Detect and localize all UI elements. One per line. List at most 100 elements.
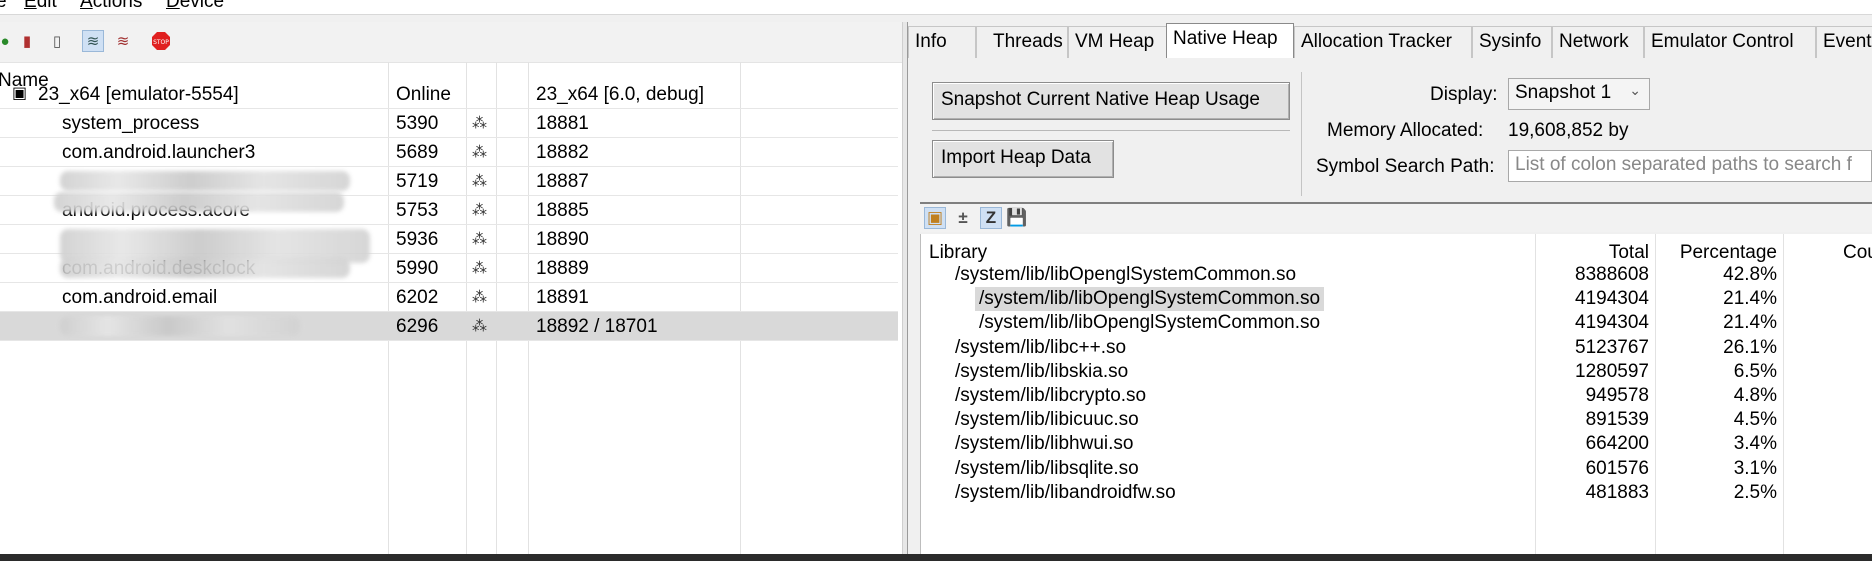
library-row[interactable]: /system/lib/libc++.so 5123767 26.1%	[921, 336, 1872, 360]
library-toolbar: ▣ ± Z 💾	[920, 202, 1872, 232]
library-row[interactable]: /system/lib/libskia.so 1280597 6.5%	[921, 360, 1872, 384]
group-by-library-icon[interactable]: ▣	[924, 207, 946, 229]
process-pid: 5936	[396, 229, 439, 250]
library-row[interactable]: /system/lib/libOpenglSystemCommon.so 4194…	[921, 287, 1872, 312]
column-header-percentage[interactable]: Percentage	[1655, 242, 1777, 264]
menu-bar: e Edit Actions Device	[0, 0, 1872, 15]
library-percentage: 26.1%	[1723, 336, 1777, 358]
process-pid: 5990	[396, 258, 439, 279]
library-name: /system/lib/libsqlite.so	[955, 457, 1139, 479]
debug-process-icon[interactable]: ●	[0, 30, 16, 52]
process-row[interactable]: com.android.deskclock5990⁂18889	[0, 254, 898, 283]
process-pid: 5689	[396, 142, 439, 163]
tab-event-log[interactable]: Event	[1816, 26, 1872, 58]
tab-threads[interactable]: Threads	[976, 26, 1068, 58]
device-icon: ▣	[12, 85, 28, 102]
devices-table: Name ▣ 23_x64 [emulator-5554] Online 23_x64…	[0, 62, 902, 554]
library-total: 481883	[1585, 481, 1649, 503]
diff-snapshots-icon[interactable]: ±	[952, 207, 974, 229]
menu-file[interactable]: e	[0, 0, 7, 13]
tab-sysinfo[interactable]: Sysinfo	[1472, 26, 1552, 58]
library-percentage: 4.5%	[1733, 409, 1777, 431]
process-ports: 18890	[536, 229, 589, 250]
library-name: /system/lib/libandroidfw.so	[955, 481, 1176, 503]
process-name: system_process	[62, 113, 200, 134]
debug-bug-icon: ⁂	[472, 260, 487, 277]
memory-allocated-value: 19,608,852 by	[1508, 120, 1629, 141]
redacted-text	[60, 258, 350, 278]
device-row[interactable]: ▣ 23_x64 [emulator-5554] Online 23_x64 [6.0…	[0, 80, 898, 109]
process-row[interactable]: com.android.launcher3 5689 ⁂ 18882	[0, 138, 898, 167]
dump-hprof-icon[interactable]: ▯	[46, 30, 68, 52]
tab-emulator-control[interactable]: Emulator Control	[1644, 26, 1816, 58]
status-bar	[0, 554, 1872, 561]
update-heap-icon[interactable]: ▮	[16, 30, 38, 52]
divider-vertical	[1301, 72, 1302, 196]
process-pid: 5719	[396, 171, 439, 192]
library-percentage: 4.8%	[1733, 385, 1777, 406]
library-percentage: 21.4%	[1723, 288, 1777, 310]
library-row[interactable]: /system/lib/libandroidfw.so 481883 2.5%	[921, 481, 1872, 505]
tab-native-heap[interactable]: Native Heap	[1166, 23, 1294, 59]
tab-vm-heap[interactable]: VM Heap	[1068, 26, 1176, 58]
debug-bug-icon: ⁂	[472, 289, 487, 306]
start-method-profiling-icon[interactable]: ≋	[112, 30, 134, 52]
library-row[interactable]: /system/lib/libOpenglSystemCommon.so 8388…	[921, 263, 1872, 287]
menu-actions[interactable]: Actions	[80, 0, 142, 13]
tab-allocation-tracker[interactable]: Allocation Tracker	[1294, 26, 1472, 58]
process-ports: 18885	[536, 200, 589, 221]
library-total: 1280597	[1575, 360, 1649, 382]
process-row[interactable]: android.process.acore5753⁂18885	[0, 192, 898, 225]
library-row[interactable]: /system/lib/libhwui.so 664200 3.4%	[921, 432, 1872, 456]
menu-edit[interactable]: Edit	[24, 0, 57, 13]
library-total: 5123767	[1575, 336, 1649, 358]
process-row[interactable]: 5936 ⁂ 18890	[0, 225, 898, 263]
library-table: Library Total Percentage Cou /system/lib…	[920, 234, 1872, 554]
column-header-library[interactable]: Library	[929, 242, 987, 264]
library-percentage: 2.5%	[1733, 481, 1777, 503]
import-heap-data-button[interactable]: Import Heap Data	[932, 140, 1114, 178]
stop-process-icon[interactable]: STOP	[150, 30, 172, 52]
debug-bug-icon: ⁂	[472, 144, 487, 161]
display-select[interactable]: Snapshot 1 ⌄	[1508, 78, 1650, 110]
library-percentage: 42.8%	[1723, 264, 1777, 285]
update-threads-icon[interactable]: ≋	[82, 30, 104, 52]
redacted-text	[60, 171, 350, 191]
tab-network[interactable]: Network	[1552, 26, 1644, 58]
zygote-allocations-icon[interactable]: Z	[980, 207, 1002, 229]
library-row[interactable]: /system/lib/libcrypto.so 949578 4.8%	[921, 384, 1872, 408]
library-percentage: 3.4%	[1733, 433, 1777, 455]
debug-bug-icon: ⁂	[472, 231, 487, 248]
process-row[interactable]: system_process 5390 ⁂ 18881	[0, 109, 898, 138]
symbol-search-path-label: Symbol Search Path:	[1316, 156, 1495, 177]
library-total: 949578	[1585, 385, 1649, 406]
library-total: 4194304	[1575, 312, 1649, 334]
column-header-count[interactable]: Cou	[1843, 242, 1872, 264]
menu-device[interactable]: Device	[166, 0, 224, 13]
svg-text:STOP: STOP	[153, 39, 169, 46]
process-ports: 18882	[536, 142, 589, 163]
symbol-search-path-input[interactable]: List of colon separated paths to search …	[1508, 150, 1872, 182]
library-total: 8388608	[1575, 264, 1649, 285]
process-ports: 18892 / 18701	[536, 316, 658, 337]
process-row[interactable]: com.android.email 6202 ⁂ 18891	[0, 283, 898, 312]
redacted-text	[54, 192, 344, 212]
library-total: 4194304	[1575, 288, 1649, 310]
snapshot-native-heap-button[interactable]: Snapshot Current Native Heap Usage	[932, 82, 1290, 120]
process-pid: 5753	[396, 200, 439, 221]
device-info: 23_x64 [6.0, debug]	[536, 84, 704, 105]
tab-info[interactable]: Info	[908, 26, 976, 58]
column-header-total[interactable]: Total	[1535, 242, 1649, 264]
process-row[interactable]: 6296 ⁂ 18892 / 18701	[0, 312, 898, 341]
redacted-text	[60, 316, 300, 336]
save-icon[interactable]: 💾	[1006, 207, 1028, 229]
library-total: 891539	[1585, 409, 1649, 431]
library-row[interactable]: /system/lib/libicuuc.so 891539 4.5%	[921, 408, 1872, 432]
library-row[interactable]: /system/lib/libOpenglSystemCommon.so 4194…	[921, 311, 1872, 335]
library-name: /system/lib/libhwui.so	[955, 433, 1134, 455]
library-row[interactable]: /system/lib/libsqlite.so 601576 3.1%	[921, 457, 1872, 481]
device-name: 23_x64 [emulator-5554]	[38, 84, 239, 105]
debug-bug-icon: ⁂	[472, 115, 487, 132]
library-name: /system/lib/libOpenglSystemCommon.so	[979, 312, 1321, 334]
library-percentage: 6.5%	[1733, 360, 1777, 382]
